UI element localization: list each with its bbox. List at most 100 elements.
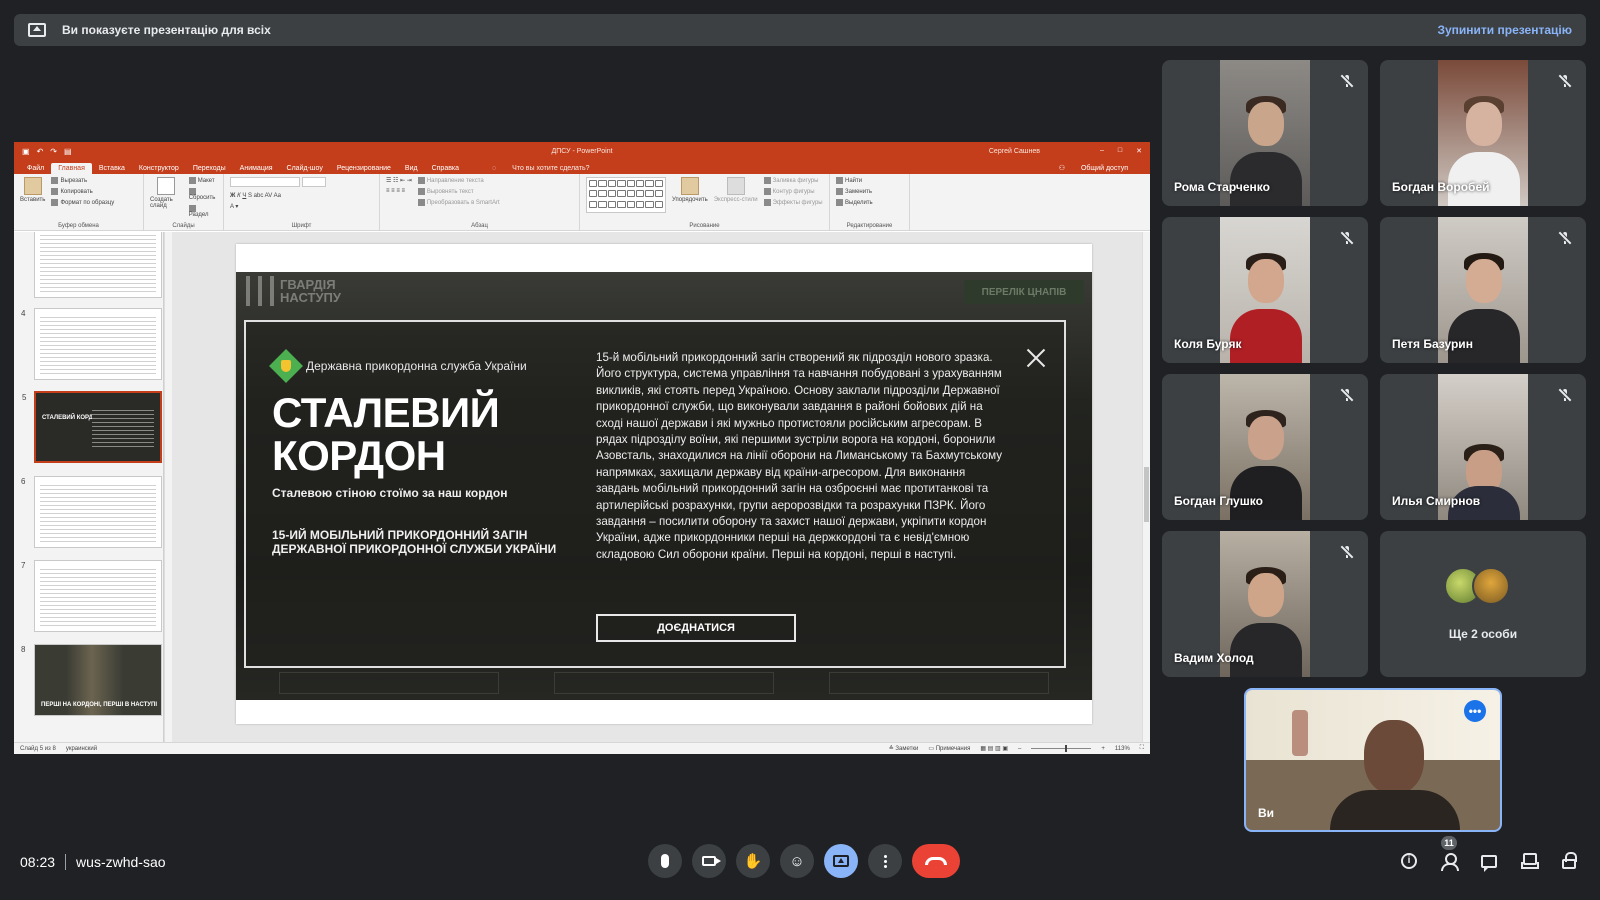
- slide-thumbnail-8[interactable]: 8 ПЕРШІ НА КОРДОНІ, ПЕРШІ В НАСТУПІ: [21, 644, 162, 716]
- share-button[interactable]: ⚇ Общий доступ: [1045, 162, 1142, 174]
- font-group-label: Шрифт: [291, 223, 312, 229]
- thumbnail-title: ПЕРШІ НА КОРДОНІ, ПЕРШІ В НАСТУПІ: [41, 702, 157, 709]
- comments-button[interactable]: ▭ Примечания: [928, 745, 970, 752]
- stop-presenting-button[interactable]: Зупинити презентацію: [1437, 23, 1572, 37]
- activities-button[interactable]: [1512, 844, 1546, 878]
- slide-title: СТАЛЕВИЙ КОРДОН: [272, 391, 500, 478]
- tab-file[interactable]: Файл: [20, 163, 51, 174]
- more-options-icon[interactable]: •••: [1464, 700, 1486, 722]
- participant-tile[interactable]: Богдан Глушко: [1162, 374, 1368, 520]
- arrange-button[interactable]: Упорядочить: [672, 177, 708, 220]
- slide-thumbnail-6[interactable]: 6: [21, 476, 162, 548]
- cut-button[interactable]: Вырезать: [51, 177, 114, 184]
- current-slide[interactable]: ГВАРДІЯ НАСТУПУ ПЕРЕЛІК ЦНАПІВ Державна …: [236, 244, 1092, 724]
- participant-tile[interactable]: Коля Буряк: [1162, 217, 1368, 363]
- zoom-in-button[interactable]: +: [1101, 746, 1105, 752]
- mic-off-icon: [1558, 231, 1572, 245]
- zoom-slider[interactable]: [1031, 745, 1092, 752]
- unit-description: 15-й мобільний прикордонний загін створе…: [596, 351, 1002, 561]
- copy-button[interactable]: Копировать: [51, 188, 114, 195]
- people-button[interactable]: 11: [1432, 836, 1466, 878]
- shape-effects-button[interactable]: Эффекты фигуры: [763, 199, 823, 206]
- redo-icon[interactable]: ↷: [50, 147, 57, 156]
- fit-slide-icon[interactable]: ⛶: [1140, 745, 1144, 752]
- participant-tile[interactable]: Илья Смирнов: [1380, 374, 1586, 520]
- undo-icon[interactable]: ↶: [37, 147, 44, 156]
- start-slideshow-icon[interactable]: ▤: [64, 147, 72, 156]
- zoom-out-button[interactable]: –: [1018, 746, 1021, 752]
- section-button[interactable]: Раздел: [188, 205, 217, 218]
- raise-hand-button[interactable]: ✋: [736, 844, 770, 878]
- reactions-button[interactable]: ☺: [780, 844, 814, 878]
- close-window-icon[interactable]: ✕: [1136, 147, 1142, 155]
- font-color-button[interactable]: A ▾: [230, 203, 326, 210]
- camera-button[interactable]: [692, 844, 726, 878]
- shape-outline-button[interactable]: Контур фигуры: [763, 188, 823, 195]
- new-slide-button[interactable]: Создать слайд: [150, 177, 183, 220]
- tab-help[interactable]: Справка: [425, 163, 466, 174]
- microphone-icon: [661, 854, 669, 868]
- find-button[interactable]: Найти: [836, 177, 873, 184]
- tab-view[interactable]: Вид: [398, 163, 425, 174]
- smartart-button[interactable]: Преобразовать в SmartArt: [417, 199, 500, 206]
- view-buttons[interactable]: ▦ ▤ ▥ ▣: [980, 745, 1008, 752]
- minimize-icon[interactable]: –: [1100, 147, 1104, 155]
- tab-home[interactable]: Главная: [51, 163, 92, 174]
- thumbnail-scrollbar[interactable]: [164, 232, 172, 742]
- signed-in-user[interactable]: Сергей Сашнев: [989, 148, 1040, 155]
- tab-slideshow[interactable]: Слайд-шоу: [280, 163, 330, 174]
- save-icon[interactable]: ▣: [22, 147, 30, 156]
- align-text-button[interactable]: Выровнять текст: [417, 188, 500, 195]
- slide-thumbnail-3[interactable]: [34, 232, 162, 298]
- unit-name: 15-ИЙ МОБІЛЬНИЙ ПРИКОРДОННИЙ ЗАГІН ДЕРЖА…: [272, 528, 557, 557]
- tab-animations[interactable]: Анимация: [233, 163, 280, 174]
- layout-label: Макет: [197, 178, 215, 185]
- slide-thumbnail-5[interactable]: 5 СТАЛЕВИЙ КОРДОН: [22, 391, 162, 463]
- select-button[interactable]: Выделить: [836, 199, 873, 206]
- layout-button[interactable]: Макет: [188, 177, 217, 185]
- participant-tile[interactable]: Вадим Холод: [1162, 531, 1368, 677]
- format-painter-button[interactable]: Формат по образцу: [51, 199, 114, 206]
- chat-button[interactable]: [1472, 844, 1506, 878]
- shape-fill-button[interactable]: Заливка фигуры: [763, 177, 823, 184]
- list-buttons[interactable]: ☰ ☷ ⇤ ⇥: [386, 177, 412, 184]
- self-view-tile[interactable]: ••• Ви: [1244, 688, 1502, 832]
- maximize-icon[interactable]: □: [1118, 147, 1122, 155]
- participant-tile[interactable]: Богдан Воробей: [1380, 60, 1586, 206]
- participant-tile[interactable]: Рома Старченко: [1162, 60, 1368, 206]
- host-controls-button[interactable]: [1552, 844, 1586, 878]
- text-direction-icon: [417, 177, 425, 184]
- align-buttons[interactable]: ≡ ≡ ≡ ≡: [386, 188, 412, 194]
- more-options-button[interactable]: [868, 844, 902, 878]
- tab-design[interactable]: Конструктор: [132, 163, 186, 174]
- font-style-buttons[interactable]: Ж К Ч S abc AV Aa: [230, 193, 326, 199]
- zoom-level[interactable]: 113%: [1115, 746, 1130, 752]
- reset-button[interactable]: Сбросить: [188, 188, 217, 201]
- organization-name: Державна прикордонна служба України: [306, 359, 527, 373]
- present-button[interactable]: [824, 844, 858, 878]
- paste-button[interactable]: Вставить: [20, 177, 45, 220]
- slide-thumbnail-4[interactable]: 4: [21, 308, 162, 380]
- tell-me-label: Что вы хотите сделать?: [512, 165, 590, 172]
- slide-thumbnail-7[interactable]: 7: [21, 560, 162, 632]
- tell-me-search[interactable]: ◌ Что вы хотите сделать?: [478, 163, 604, 174]
- tab-transitions[interactable]: Переходы: [186, 163, 233, 174]
- participant-tile[interactable]: Петя Базурин: [1380, 217, 1586, 363]
- font-name-select[interactable]: [230, 177, 300, 187]
- leave-call-button[interactable]: [912, 844, 960, 878]
- replace-button[interactable]: Заменить: [836, 188, 873, 195]
- language-indicator[interactable]: украинский: [66, 746, 97, 752]
- meeting-info-button[interactable]: i: [1392, 844, 1426, 878]
- shapes-gallery[interactable]: [586, 177, 666, 213]
- more-participants-tile[interactable]: Ще 2 особи: [1380, 531, 1586, 677]
- lightbulb-icon: ◌: [492, 165, 499, 172]
- font-size-select[interactable]: [301, 177, 326, 187]
- paste-label: Вставить: [20, 197, 46, 203]
- tab-insert[interactable]: Вставка: [92, 163, 132, 174]
- text-direction-button[interactable]: Направление текста: [417, 177, 500, 184]
- quick-styles-button[interactable]: Экспресс-стили: [714, 177, 758, 220]
- notes-button[interactable]: ≙ Заметки: [889, 745, 919, 752]
- slide-scrollbar[interactable]: [1142, 232, 1150, 742]
- microphone-button[interactable]: [648, 844, 682, 878]
- tab-review[interactable]: Рецензирование: [330, 163, 398, 174]
